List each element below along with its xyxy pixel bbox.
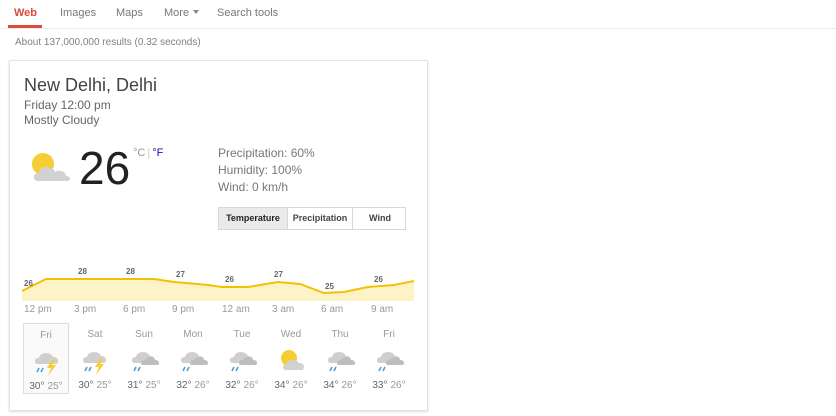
hour-temp-label: 25	[325, 282, 334, 291]
chart-mode-tabs: Temperature Precipitation Wind	[218, 207, 406, 230]
tab-more-label: More	[164, 7, 190, 19]
day-name: Thu	[331, 329, 349, 340]
day-low: 26°	[243, 380, 259, 391]
time-label: 9 am	[371, 304, 394, 315]
hourly-time-axis: 12 pm 3 pm 6 pm 9 pm 12 am 3 am 6 am 9 a…	[10, 304, 427, 318]
day-temps: 32° 26°	[219, 380, 265, 391]
thunderstorm-icon	[83, 352, 106, 375]
hour-temp-label: 26	[374, 275, 383, 284]
unit-celsius[interactable]: °C	[133, 147, 145, 159]
day-low: 26°	[292, 380, 308, 391]
day-low: 25°	[145, 380, 161, 391]
tab-wind[interactable]: Wind	[353, 208, 407, 229]
day-forecast-wed[interactable]: Wed 34° 26°	[268, 323, 314, 394]
tab-search-tools[interactable]: Search tools	[217, 7, 278, 19]
day-name: Sun	[135, 329, 153, 340]
day-forecast-fri[interactable]: Fri 30° 25°	[23, 323, 69, 394]
day-name: Mon	[183, 329, 203, 340]
day-forecast-mon[interactable]: Mon 32° 26°	[170, 323, 216, 394]
day-temps: 34° 26°	[268, 380, 314, 391]
tab-precipitation[interactable]: Precipitation	[288, 208, 353, 229]
humidity-text: Humidity: 100%	[218, 163, 303, 177]
time-label: 9 pm	[172, 304, 195, 315]
day-name: Wed	[280, 329, 302, 340]
hour-temp-label: 26	[24, 279, 33, 288]
precipitation-text: Precipitation: 60%	[218, 146, 315, 160]
hour-temp-label: 27	[274, 270, 283, 279]
unit-fahrenheit[interactable]: °F	[152, 147, 163, 159]
unit-separator: |	[147, 147, 151, 159]
weather-card: New Delhi, Delhi Friday 12:00 pm Mostly …	[9, 60, 428, 411]
hour-temp-label: 28	[126, 267, 135, 276]
day-low: 25°	[96, 380, 112, 391]
day-high: 30°	[78, 380, 94, 391]
unit-switcher: °C | °F	[133, 147, 163, 159]
chevron-down-icon	[193, 10, 200, 15]
weather-details: Precipitation: 60% Humidity: 100% Wind: …	[218, 145, 315, 196]
rain-icon	[328, 352, 355, 372]
day-name: Sat	[87, 329, 103, 340]
day-forecast-fri[interactable]: Fri 33° 26°	[366, 323, 412, 394]
tab-more[interactable]: More	[164, 7, 200, 19]
hour-temp-label: 26	[225, 275, 234, 284]
day-high: 31°	[127, 380, 143, 391]
tab-images[interactable]: Images	[60, 7, 96, 19]
time-label: 3 pm	[74, 304, 97, 315]
partly-cloudy-icon	[281, 350, 304, 370]
weather-location: New Delhi, Delhi	[24, 75, 158, 95]
day-low: 26°	[194, 380, 210, 391]
time-label: 6 pm	[123, 304, 146, 315]
wind-text: Wind: 0 km/h	[218, 180, 289, 194]
day-name: Fri	[383, 329, 395, 340]
tab-web[interactable]: Web	[14, 7, 37, 19]
day-forecast-thu[interactable]: Thu 34° 26°	[317, 323, 363, 394]
rain-icon	[181, 352, 208, 372]
day-temps: 34° 26°	[317, 380, 363, 391]
tab-temperature[interactable]: Temperature	[219, 208, 288, 229]
time-label: 12 pm	[24, 304, 52, 315]
day-temps: 31° 25°	[121, 380, 167, 391]
time-label: 6 am	[321, 304, 344, 315]
thunderstorm-icon	[35, 353, 58, 376]
day-temps: 33° 26°	[366, 380, 412, 391]
time-label: 12 am	[222, 304, 250, 315]
hour-temp-label: 28	[78, 267, 87, 276]
time-label: 3 am	[272, 304, 295, 315]
day-forecast-tue[interactable]: Tue 32° 26°	[219, 323, 265, 394]
day-high: 30°	[29, 381, 45, 392]
partly-cloudy-icon	[32, 153, 70, 181]
day-name: Fri	[40, 330, 52, 341]
day-forecast-sun[interactable]: Sun 31° 25°	[121, 323, 167, 394]
day-forecast-sat[interactable]: Sat 30° 25°	[72, 323, 118, 394]
day-high: 32°	[176, 380, 192, 391]
tab-maps[interactable]: Maps	[116, 7, 143, 19]
day-high: 33°	[372, 380, 388, 391]
day-temps: 30° 25°	[24, 381, 68, 392]
day-high: 34°	[274, 380, 290, 391]
search-tabs-bar: Web Images Maps More Search tools	[0, 0, 836, 29]
day-low: 26°	[341, 380, 357, 391]
hour-temp-label: 27	[176, 270, 185, 279]
day-high: 32°	[225, 380, 241, 391]
day-name: Tue	[233, 329, 251, 340]
results-stats: About 137,000,000 results (0.32 seconds)	[15, 37, 201, 48]
day-temps: 30° 25°	[72, 380, 118, 391]
day-low: 26°	[390, 380, 406, 391]
weather-datetime: Friday 12:00 pm	[24, 98, 111, 112]
day-high: 34°	[323, 380, 339, 391]
current-temperature: 26	[79, 142, 131, 194]
day-low: 25°	[47, 381, 63, 392]
day-temps: 32° 26°	[170, 380, 216, 391]
active-tab-indicator	[8, 25, 42, 28]
rain-icon	[230, 352, 257, 372]
weather-condition: Mostly Cloudy	[24, 113, 100, 127]
rain-icon	[132, 352, 159, 372]
rain-icon	[377, 352, 404, 372]
